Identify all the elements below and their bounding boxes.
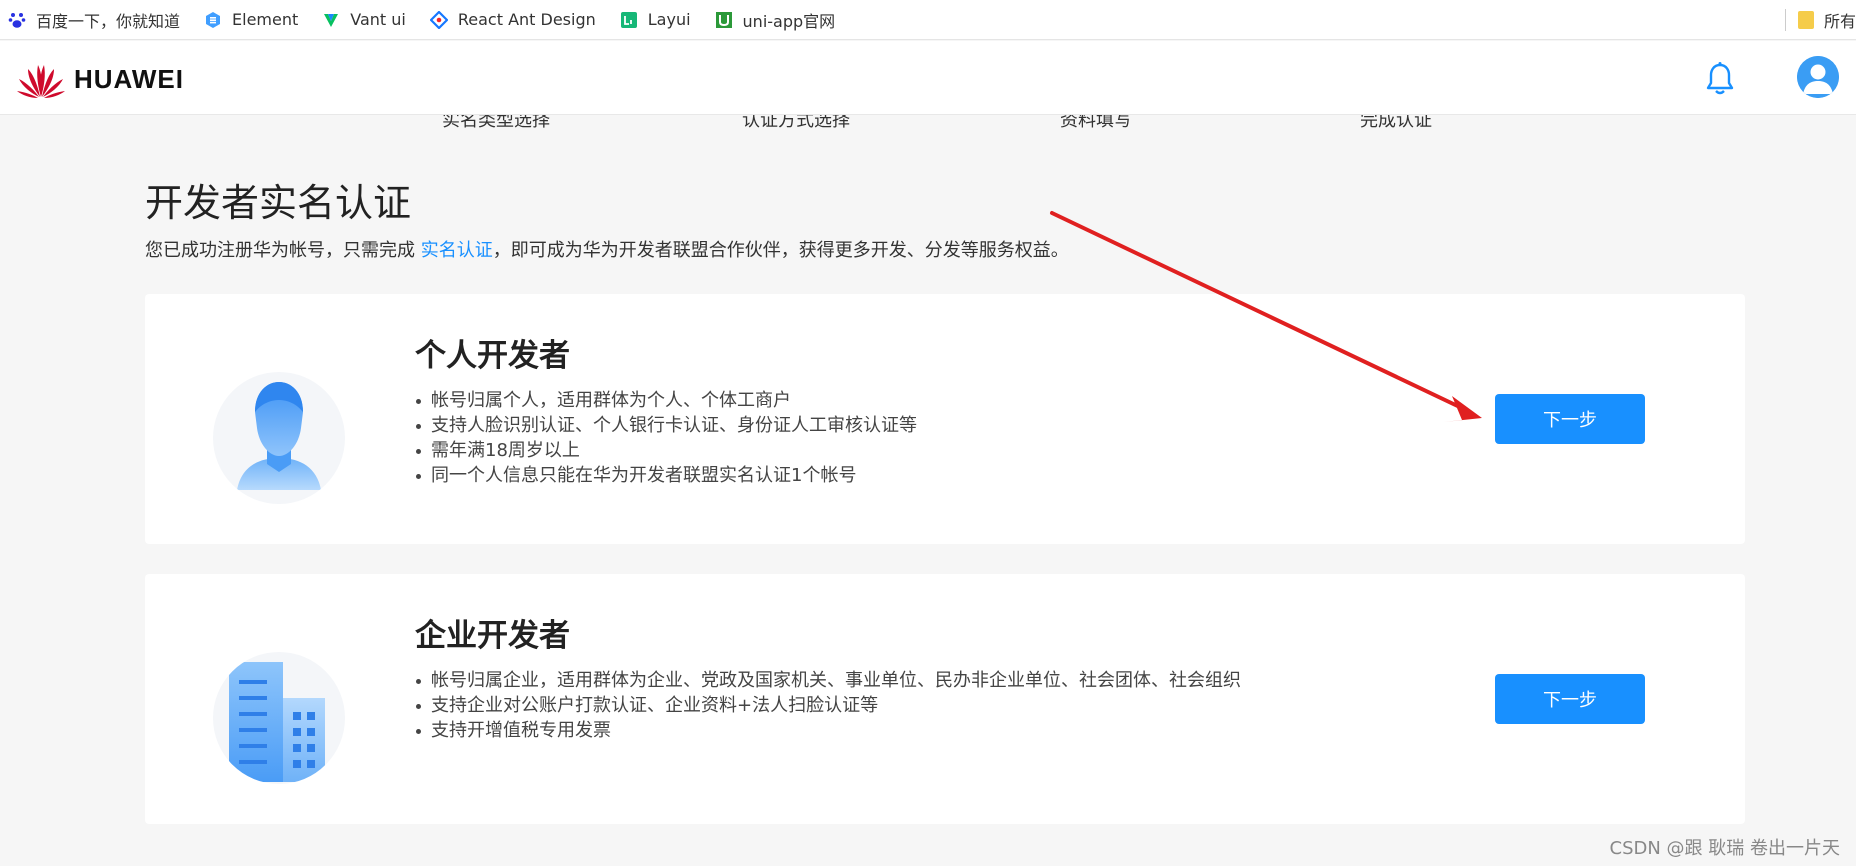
individual-developer-card: 个人开发者 帐号归属个人，适用群体为个人、个体工商户 支持人脸识别认证、个人银行… bbox=[145, 294, 1745, 544]
notification-bell-icon[interactable] bbox=[1704, 61, 1736, 97]
bookmark-layui[interactable]: Layui bbox=[620, 10, 691, 29]
enterprise-next-button[interactable]: 下一步 bbox=[1495, 674, 1645, 724]
bookmarks-bar: 百度一下，你就知道 Element Vant ui React Ant Desi… bbox=[0, 0, 1856, 40]
layui-icon bbox=[620, 11, 638, 29]
brand-name: HUAWEI bbox=[74, 63, 184, 94]
site-header: HUAWEI bbox=[0, 41, 1856, 115]
user-icon bbox=[1797, 56, 1839, 98]
user-avatar[interactable] bbox=[1797, 56, 1839, 98]
csdn-watermark: CSDN @跟 耿瑞 卷出一片天 bbox=[1609, 838, 1840, 859]
intro-text: 您已成功注册华为帐号，只需完成 实名认证，即可成为华为开发者联盟合作伙伴，获得更… bbox=[145, 236, 1069, 262]
list-item: 帐号归属企业，适用群体为企业、党政及国家机关、事业单位、民办非企业单位、社会团体… bbox=[415, 668, 1241, 693]
building-icon bbox=[213, 652, 345, 784]
enterprise-developer-card: 企业开发者 帐号归属企业，适用群体为企业、党政及国家机关、事业单位、民办非企业单… bbox=[145, 574, 1745, 824]
huawei-flower-icon bbox=[17, 65, 65, 98]
list-item: 同一个人信息只能在华为开发者联盟实名认证1个帐号 bbox=[415, 463, 917, 488]
bookmark-baidu[interactable]: 百度一下，你就知道 bbox=[8, 8, 180, 32]
list-item: 帐号归属个人，适用群体为个人、个体工商户 bbox=[415, 388, 917, 413]
bookmarks-overflow-label: 所有 bbox=[1823, 12, 1856, 31]
list-item: 需年满18周岁以上 bbox=[415, 438, 917, 463]
intro-suffix: ，即可成为华为开发者联盟合作伙伴，获得更多开发、分发等服务权益。 bbox=[492, 240, 1069, 261]
list-item: 支持人脸识别认证、个人银行卡认证、身份证人工审核认证等 bbox=[415, 413, 917, 438]
card-feature-list: 帐号归属企业，适用群体为企业、党政及国家机关、事业单位、民办非企业单位、社会团体… bbox=[415, 668, 1241, 743]
bookmark-label: React Ant Design bbox=[457, 10, 596, 29]
element-icon bbox=[204, 11, 222, 29]
bookmark-label: Element bbox=[232, 10, 299, 29]
card-title: 个人开发者 bbox=[415, 338, 570, 374]
folder-icon bbox=[1797, 11, 1814, 29]
person-icon bbox=[213, 372, 345, 504]
baidu-paw-icon bbox=[8, 11, 26, 29]
bookmark-label: Layui bbox=[647, 10, 691, 29]
card-title: 企业开发者 bbox=[415, 618, 570, 654]
bookmark-element[interactable]: Element bbox=[204, 10, 298, 29]
list-item: 支持开增值税专用发票 bbox=[415, 718, 1241, 743]
antd-icon bbox=[429, 10, 448, 29]
bookmark-antd[interactable]: React Ant Design bbox=[429, 10, 596, 29]
bookmark-label: uni-app官网 bbox=[742, 11, 836, 31]
bookmark-label: Vant ui bbox=[350, 10, 406, 29]
vant-icon bbox=[322, 11, 340, 29]
real-name-auth-link[interactable]: 实名认证 bbox=[421, 240, 493, 261]
divider bbox=[1784, 9, 1786, 31]
bookmark-vant[interactable]: Vant ui bbox=[322, 10, 406, 29]
bookmark-uniapp[interactable]: uni-app官网 bbox=[715, 8, 836, 32]
huawei-logo[interactable]: HUAWEI bbox=[16, 59, 184, 99]
uniapp-icon bbox=[715, 11, 733, 29]
individual-next-button[interactable]: 下一步 bbox=[1495, 394, 1645, 444]
bookmarks-overflow[interactable]: 所有 bbox=[1784, 0, 1856, 40]
card-feature-list: 帐号归属个人，适用群体为个人、个体工商户 支持人脸识别认证、个人银行卡认证、身份… bbox=[415, 388, 917, 488]
page-title: 开发者实名认证 bbox=[145, 181, 412, 225]
bookmark-label: 百度一下，你就知道 bbox=[36, 11, 181, 31]
intro-prefix: 您已成功注册华为帐号，只需完成 bbox=[145, 240, 421, 261]
list-item: 支持企业对公账户打款认证、企业资料+法人扫脸认证等 bbox=[415, 693, 1241, 718]
